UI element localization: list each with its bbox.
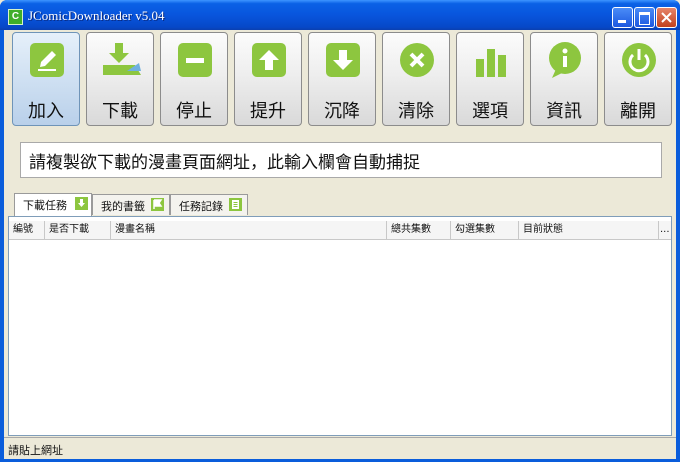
tab-download-tasks[interactable]: 下載任務	[14, 193, 92, 216]
arrow-up-icon	[252, 43, 286, 77]
tab-label: 我的書籤	[101, 200, 145, 213]
clear-button-label: 清除	[398, 101, 434, 122]
info-button-label: 資訊	[546, 101, 582, 122]
stop-button[interactable]: 停止	[160, 32, 228, 126]
download-tray-icon	[101, 41, 143, 81]
move-down-button-label: 沉降	[324, 101, 360, 122]
info-button[interactable]: 資訊	[530, 32, 598, 126]
minus-icon	[178, 43, 212, 77]
app-window: C JComicDownloader v5.04 加入 下載 停止 提升 沉降 …	[0, 0, 680, 462]
maximize-icon	[639, 12, 650, 25]
document-icon	[229, 198, 242, 211]
column-header[interactable]: 勾選集數	[451, 221, 519, 239]
title-bar[interactable]: C JComicDownloader v5.04	[0, 0, 680, 30]
column-header[interactable]: 編號	[9, 221, 45, 239]
download-arrow-icon	[75, 197, 88, 210]
url-input[interactable]	[27, 149, 651, 171]
window-title: JComicDownloader v5.04	[28, 8, 165, 23]
stop-button-label: 停止	[176, 101, 212, 122]
column-header[interactable]: 漫畫名稱	[111, 221, 387, 239]
toolbar: 加入 下載 停止 提升 沉降 清除 選項 資訊 離開	[8, 30, 672, 130]
tab-task-history[interactable]: 任務記錄	[170, 194, 248, 215]
minimize-icon	[618, 20, 626, 23]
column-header[interactable]: ...	[659, 221, 671, 239]
app-icon[interactable]: C	[8, 9, 23, 25]
pencil-icon	[30, 43, 64, 77]
minimize-button[interactable]	[612, 7, 633, 28]
client-area: 加入 下載 停止 提升 沉降 清除 選項 資訊 離開 請複製欲下載的漫畫頁面網址…	[4, 30, 676, 459]
task-table: 編號 是否下載 漫畫名稱 總共集數 勾選集數 目前狀態 ...	[8, 216, 672, 436]
options-button-label: 選項	[472, 101, 508, 122]
info-bubble-icon	[548, 41, 584, 79]
move-up-button-label: 提升	[250, 101, 286, 122]
download-button[interactable]: 下載	[86, 32, 154, 126]
download-button-label: 下載	[102, 101, 138, 122]
status-bar: 請貼上網址	[4, 437, 676, 459]
x-circle-icon	[400, 43, 434, 77]
exit-button-label: 離開	[620, 101, 656, 122]
tab-my-bookmarks[interactable]: 我的書籤	[92, 194, 170, 215]
column-header[interactable]: 是否下載	[45, 221, 111, 239]
flag-icon	[151, 198, 164, 211]
close-button[interactable]	[656, 7, 677, 28]
move-down-button[interactable]: 沉降	[308, 32, 376, 126]
close-icon	[661, 12, 672, 23]
move-up-button[interactable]: 提升	[234, 32, 302, 126]
options-button[interactable]: 選項	[456, 32, 524, 126]
tab-label: 任務記錄	[179, 200, 223, 213]
add-button[interactable]: 加入	[12, 32, 80, 126]
bar-chart-icon	[474, 43, 508, 77]
column-header[interactable]: 目前狀態	[519, 221, 659, 239]
tab-label: 下載任務	[23, 199, 67, 212]
arrow-down-icon	[326, 43, 360, 77]
column-header[interactable]: 總共集數	[387, 221, 451, 239]
url-field[interactable]	[20, 142, 662, 178]
maximize-button[interactable]	[634, 7, 655, 28]
add-button-label: 加入	[28, 101, 64, 122]
clear-button[interactable]: 清除	[382, 32, 450, 126]
exit-button[interactable]: 離開	[604, 32, 672, 126]
power-icon	[622, 43, 656, 77]
status-text: 請貼上網址	[8, 444, 63, 457]
table-header: 編號 是否下載 漫畫名稱 總共集數 勾選集數 目前狀態 ...	[9, 221, 671, 240]
